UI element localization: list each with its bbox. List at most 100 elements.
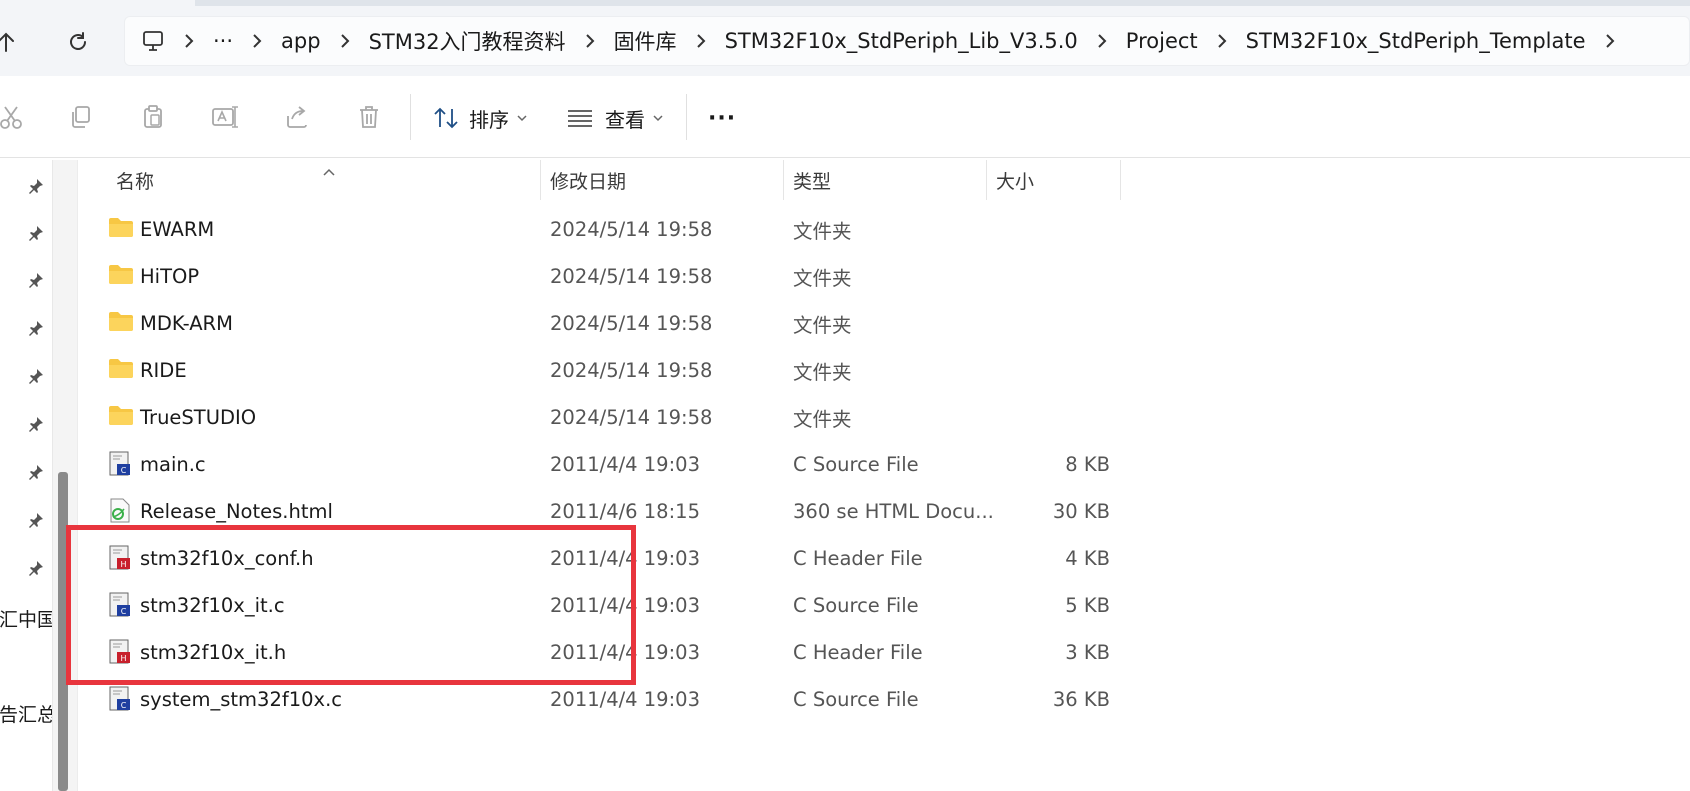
file-row[interactable]: HiTOP 2024/5/14 19:58 文件夹 [80, 253, 1130, 299]
rename-icon[interactable] [208, 100, 242, 134]
file-name: RIDE [140, 358, 187, 382]
chevron-right-icon[interactable] [243, 33, 271, 49]
file-date: 2024/5/14 19:58 [550, 217, 713, 241]
file-row[interactable]: MDK-ARM 2024/5/14 19:58 文件夹 [80, 300, 1130, 346]
paste-icon[interactable] [136, 100, 170, 134]
nav-item-label[interactable]: 据汇中国 [0, 605, 56, 632]
command-bar [0, 76, 1690, 158]
file-size: 4 KB [1065, 546, 1110, 570]
pin-icon[interactable] [26, 366, 46, 386]
pin-icon[interactable] [26, 176, 46, 196]
share-icon[interactable] [280, 100, 314, 134]
file-size: 36 KB [1052, 687, 1110, 711]
column-divider[interactable] [1120, 160, 1121, 200]
folder-icon [108, 357, 134, 383]
breadcrumb-item[interactable]: Project [1126, 29, 1198, 53]
file-name-cell[interactable]: Cmain.c [108, 441, 206, 487]
file-row[interactable]: RIDE 2024/5/14 19:58 文件夹 [80, 347, 1130, 393]
pin-icon[interactable] [26, 558, 46, 578]
chevron-right-icon[interactable] [331, 33, 359, 49]
up-arrow-icon[interactable] [0, 22, 26, 62]
file-name: HiTOP [140, 264, 200, 288]
delete-icon[interactable] [352, 100, 386, 134]
file-row[interactable]: TrueSTUDIO 2024/5/14 19:58 文件夹 [80, 394, 1130, 440]
c-source-file-icon: C [108, 686, 134, 712]
sort-label: 排序 [469, 107, 509, 132]
chevron-right-icon[interactable] [576, 33, 604, 49]
column-divider[interactable] [783, 160, 784, 200]
file-type: 文件夹 [793, 219, 852, 243]
chevron-down-icon [653, 114, 663, 122]
copy-icon[interactable] [64, 100, 98, 134]
chevron-right-icon[interactable] [175, 33, 203, 49]
view-list-icon [567, 108, 593, 128]
file-name: TrueSTUDIO [140, 405, 257, 429]
column-header-type[interactable]: 类型 [785, 160, 985, 200]
svg-text:C: C [121, 701, 127, 710]
file-type: 文件夹 [793, 266, 852, 290]
file-size: 8 KB [1065, 452, 1110, 476]
file-row[interactable]: EWARM 2024/5/14 19:58 文件夹 [80, 206, 1130, 252]
chevron-right-icon[interactable] [687, 33, 715, 49]
chevron-right-icon[interactable] [1208, 33, 1236, 49]
sort-button[interactable]: 排序 [433, 98, 527, 138]
window-top-edge [195, 0, 1690, 6]
view-button[interactable]: 查看 [567, 98, 663, 138]
file-size [1030, 300, 1110, 346]
file-date: 2024/5/14 19:58 [550, 405, 713, 429]
folder-icon [108, 263, 134, 289]
breadcrumb-item[interactable]: app [281, 29, 321, 53]
pin-icon[interactable] [26, 223, 46, 243]
file-name: main.c [140, 452, 206, 476]
pin-icon[interactable] [26, 414, 46, 434]
highlight-box [66, 525, 636, 685]
folder-icon [108, 216, 134, 242]
toolbar-divider [410, 94, 411, 140]
pin-icon[interactable] [26, 462, 46, 482]
file-name: EWARM [140, 217, 215, 241]
pin-icon[interactable] [26, 270, 46, 290]
more-options-button[interactable]: ··· [708, 98, 736, 138]
refresh-icon[interactable] [58, 22, 98, 62]
cut-icon[interactable] [0, 100, 28, 134]
folder-icon [108, 310, 134, 336]
file-date: 2024/5/14 19:58 [550, 358, 713, 382]
sort-ascending-icon [322, 162, 336, 181]
sort-icon [433, 106, 459, 130]
html-file-icon [108, 498, 134, 524]
file-name-cell[interactable]: MDK-ARM [108, 300, 233, 346]
navigation-pane: 据汇中国 告汇总 [0, 160, 58, 791]
nav-item-label[interactable]: 告汇总 [0, 700, 56, 727]
file-name-cell[interactable]: TrueSTUDIO [108, 394, 256, 440]
this-pc-icon[interactable] [141, 29, 165, 53]
pin-icon[interactable] [26, 318, 46, 338]
file-size: 3 KB [1065, 640, 1110, 664]
chevron-right-icon[interactable] [1088, 33, 1116, 49]
chevron-right-icon[interactable] [1596, 33, 1624, 49]
file-type: C Source File [793, 593, 919, 617]
column-header-size[interactable]: 大小 [988, 160, 1118, 200]
breadcrumb-item[interactable]: STM32F10x_StdPeriph_Template [1246, 29, 1586, 53]
file-date: 2024/5/14 19:58 [550, 311, 713, 335]
file-type: 文件夹 [793, 360, 852, 384]
column-header-date[interactable]: 修改日期 [542, 160, 782, 200]
breadcrumb-item[interactable]: 固件库 [614, 26, 677, 56]
pin-icon[interactable] [26, 510, 46, 530]
file-name: system_stm32f10x.c [140, 687, 342, 711]
breadcrumb-item[interactable]: STM32F10x_StdPeriph_Lib_V3.5.0 [725, 29, 1078, 53]
file-row[interactable]: Cmain.c 2011/4/4 19:03 C Source File 8 KB [80, 441, 1130, 487]
file-name-cell[interactable]: HiTOP [108, 253, 199, 299]
breadcrumb-overflow[interactable]: ··· [213, 29, 233, 53]
svg-text:C: C [121, 466, 127, 475]
folder-icon [108, 404, 134, 430]
toolbar-divider [686, 94, 687, 140]
breadcrumb-item[interactable]: STM32入门教程资料 [369, 26, 566, 56]
breadcrumb[interactable]: ··· app STM32入门教程资料 固件库 STM32F10x_StdPer… [124, 16, 1690, 66]
file-date: 2024/5/14 19:58 [550, 264, 713, 288]
file-size [1030, 347, 1110, 393]
file-name-cell[interactable]: RIDE [108, 347, 187, 393]
column-divider[interactable] [986, 160, 987, 200]
file-size [1030, 206, 1110, 252]
column-divider[interactable] [540, 160, 541, 200]
file-name-cell[interactable]: EWARM [108, 206, 214, 252]
